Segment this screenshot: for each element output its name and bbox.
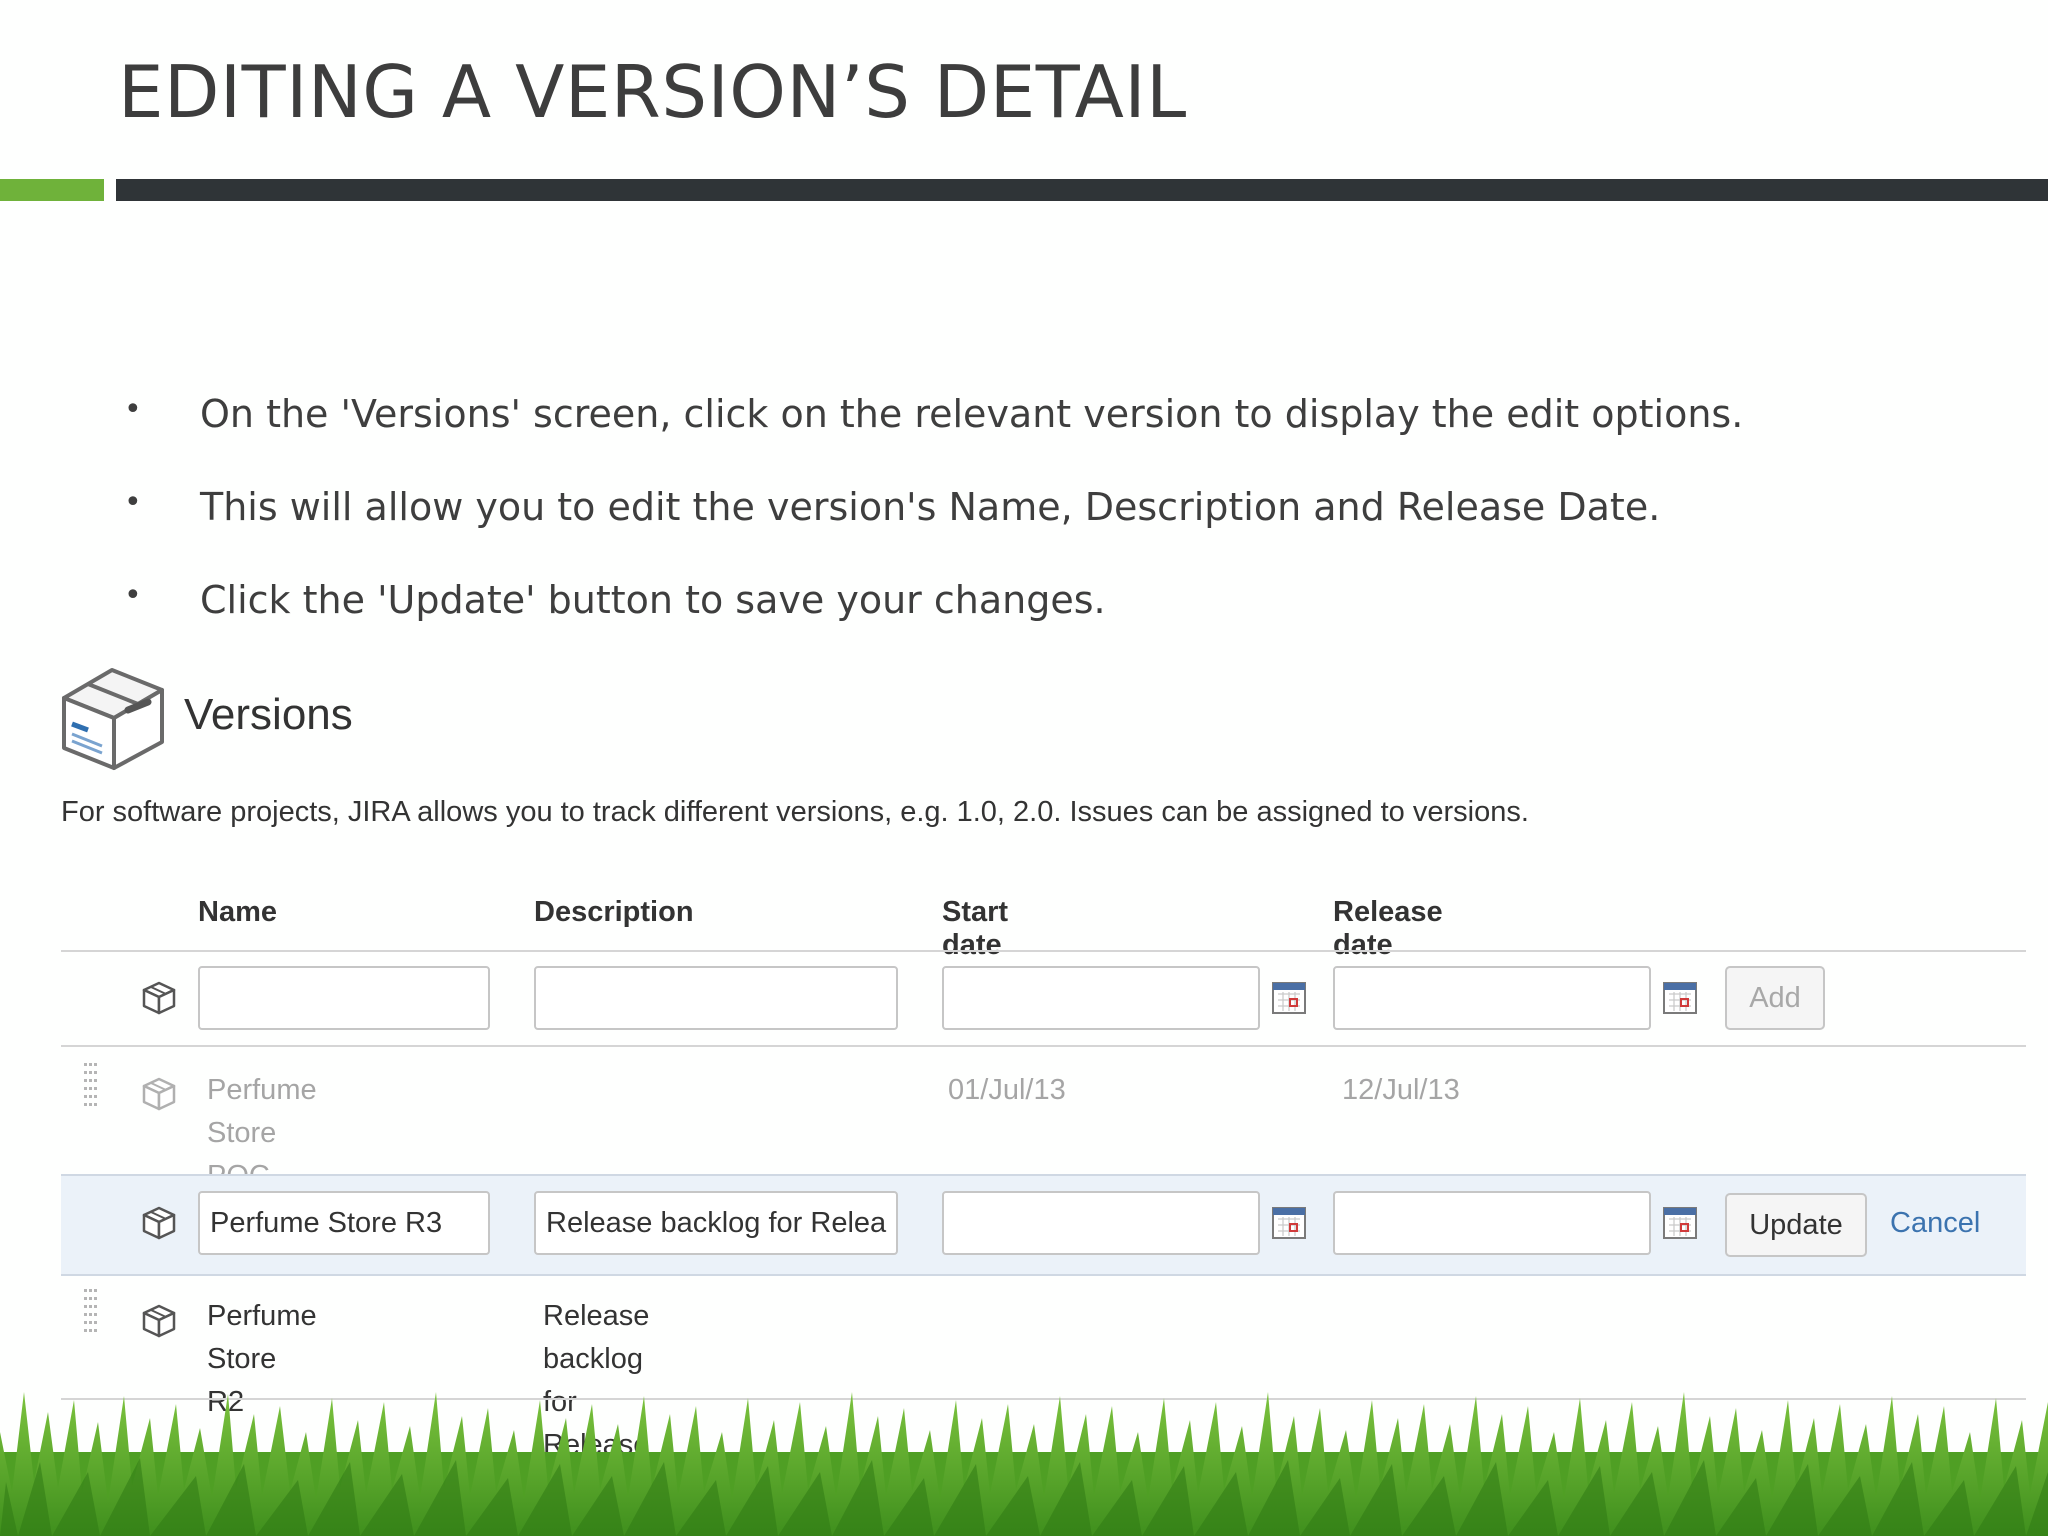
bullet-icon: • [124, 578, 142, 613]
column-header-release-date: Release date [1333, 896, 1443, 961]
edit-version-name-input[interactable]: Perfume Store R3 [198, 1191, 490, 1255]
calendar-icon[interactable] [1663, 981, 1697, 1015]
version-start-date: 01/Jul/13 [948, 1074, 1066, 1106]
column-header-name: Name [198, 896, 277, 928]
new-version-name-input[interactable] [198, 966, 490, 1030]
calendar-icon[interactable] [1272, 1206, 1306, 1240]
calendar-icon[interactable] [1663, 1206, 1697, 1240]
row-divider [61, 1045, 2026, 1047]
add-button[interactable]: Add [1725, 966, 1825, 1030]
new-version-start-date-input[interactable] [942, 966, 1260, 1030]
bullet-text: On the 'Versions' screen, click on the r… [200, 392, 1744, 436]
version-icon [142, 981, 176, 1015]
versions-intro: For software projects, JIRA allows you t… [61, 796, 1529, 828]
calendar-icon[interactable] [1272, 981, 1306, 1015]
edit-version-start-date-input[interactable] [942, 1191, 1260, 1255]
accent-bar-dark [116, 179, 2048, 201]
bullet-text: This will allow you to edit the version'… [200, 485, 1661, 529]
version-name-line: Perfume Store [207, 1074, 317, 1149]
bullet-icon: • [124, 392, 142, 427]
bullet-text: Click the 'Update' button to save your c… [200, 578, 1106, 622]
header-divider [61, 950, 2026, 952]
version-icon [142, 1206, 176, 1240]
version-name-line: Perfume Store [207, 1300, 317, 1375]
update-button[interactable]: Update [1725, 1193, 1867, 1257]
column-header-description: Description [534, 896, 694, 928]
drag-handle-icon[interactable] [82, 1288, 100, 1338]
versions-title: Versions [184, 690, 353, 739]
edit-version-description-input[interactable]: Release backlog for Relea [534, 1191, 898, 1255]
box-icon [62, 668, 164, 770]
version-icon [142, 1304, 176, 1338]
version-icon [142, 1077, 176, 1111]
edit-version-release-date-input[interactable] [1333, 1191, 1651, 1255]
slide-title: EDITING A VERSION’S DETAIL [118, 50, 1187, 134]
cancel-link[interactable]: Cancel [1890, 1207, 1980, 1240]
column-header-start-date: Start date [942, 896, 1009, 961]
new-version-release-date-input[interactable] [1333, 966, 1651, 1030]
version-release-date: 12/Jul/13 [1342, 1074, 1460, 1106]
new-version-description-input[interactable] [534, 966, 898, 1030]
drag-handle-icon[interactable] [82, 1062, 100, 1112]
accent-bar-green [0, 179, 104, 201]
bullet-icon: • [124, 485, 142, 520]
grass-decoration [0, 1392, 2048, 1536]
